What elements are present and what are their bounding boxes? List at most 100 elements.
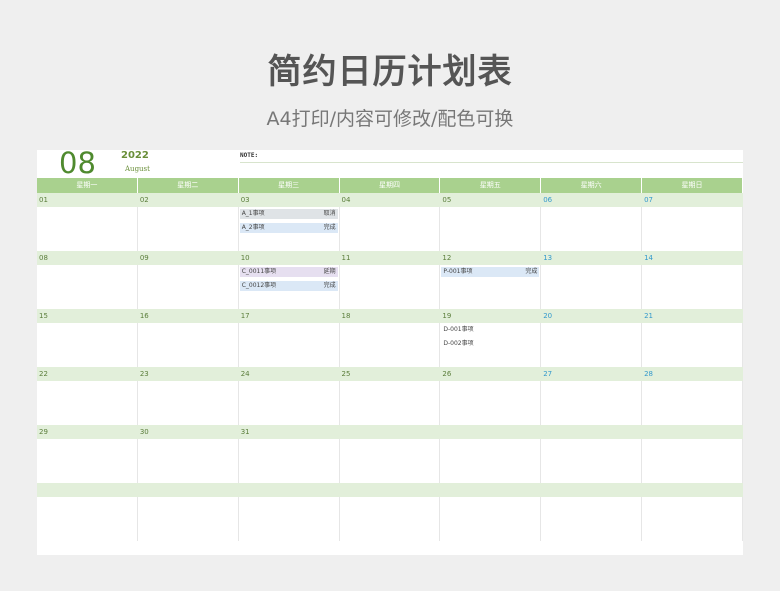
day-number bbox=[541, 425, 642, 439]
event-item[interactable]: A_2事项 完成 bbox=[239, 223, 338, 233]
event-name: D-002事项 bbox=[443, 340, 474, 347]
week-row: 08 09 10 11 12 13 14 C_0011事项 延期 C_0012事… bbox=[37, 251, 743, 309]
weekday-thu: 星期四 bbox=[339, 178, 441, 193]
day-cell[interactable] bbox=[541, 265, 643, 309]
event-item[interactable]: C_0011事项 延期 bbox=[239, 267, 338, 277]
day-number: 17 bbox=[240, 312, 250, 320]
day-number: 29 bbox=[39, 428, 48, 436]
event-name: A_1事项 bbox=[241, 210, 265, 217]
day-cell[interactable]: D-001事项 D-002事项 bbox=[440, 323, 542, 367]
day-number bbox=[138, 483, 239, 497]
day-number: 26 bbox=[442, 370, 452, 378]
year-label: 2022 bbox=[121, 150, 149, 161]
day-cell[interactable] bbox=[440, 497, 542, 541]
day-cell[interactable] bbox=[642, 497, 743, 541]
day-cells: C_0011事项 延期 C_0012事项 完成 P-001事项 完成 bbox=[37, 265, 743, 309]
day-cell[interactable] bbox=[138, 265, 239, 309]
event-name: P-001事项 bbox=[443, 268, 473, 275]
day-cell[interactable] bbox=[37, 323, 138, 367]
day-cell[interactable] bbox=[340, 439, 441, 483]
weekday-fri: 星期五 bbox=[440, 178, 542, 193]
day-cell[interactable] bbox=[440, 381, 542, 425]
day-cell[interactable] bbox=[239, 497, 340, 541]
day-number: 14 bbox=[644, 254, 653, 262]
day-number: 05 bbox=[442, 196, 452, 204]
day-cell[interactable] bbox=[138, 207, 239, 251]
event-item[interactable]: P-001事项 完成 bbox=[441, 267, 540, 277]
day-number bbox=[239, 483, 340, 497]
day-cells bbox=[37, 497, 743, 541]
day-cell[interactable]: A_1事项 取消 A_2事项 完成 bbox=[239, 207, 340, 251]
event-name: D-001事项 bbox=[443, 326, 474, 333]
event-status: 完成 bbox=[323, 282, 336, 289]
weekday-wed: 星期三 bbox=[238, 178, 340, 193]
week-row: 29 30 31 bbox=[37, 425, 743, 483]
event-item[interactable]: D-001事项 bbox=[441, 325, 539, 335]
day-cell[interactable] bbox=[138, 439, 239, 483]
calendar-header: 08 2022 August NOTE: bbox=[37, 146, 743, 180]
day-number bbox=[642, 425, 743, 439]
day-number-strip: 08 09 10 11 12 13 14 bbox=[37, 251, 743, 265]
day-cell[interactable] bbox=[541, 323, 643, 367]
day-number bbox=[440, 483, 541, 497]
day-cell[interactable] bbox=[138, 323, 239, 367]
day-cell[interactable] bbox=[440, 439, 542, 483]
day-cell[interactable] bbox=[541, 497, 643, 541]
day-cell[interactable] bbox=[340, 265, 441, 309]
day-number: 19 bbox=[442, 312, 452, 320]
day-number: 08 bbox=[39, 254, 48, 262]
day-number: 13 bbox=[543, 254, 553, 262]
day-cell[interactable] bbox=[642, 439, 743, 483]
day-cell[interactable] bbox=[37, 497, 138, 541]
day-cell[interactable] bbox=[642, 323, 743, 367]
day-cell[interactable] bbox=[37, 381, 138, 425]
day-cell[interactable] bbox=[541, 381, 643, 425]
day-number: 31 bbox=[240, 428, 250, 436]
day-number-strip: 29 30 31 bbox=[37, 425, 743, 439]
day-cell[interactable] bbox=[642, 381, 743, 425]
day-cell[interactable] bbox=[239, 439, 340, 483]
day-cell[interactable] bbox=[340, 207, 441, 251]
weekday-sat: 星期六 bbox=[541, 178, 643, 193]
day-cell[interactable] bbox=[239, 381, 340, 425]
calendar-sheet: 08 2022 August NOTE: 星期一 星期二 星期三 星期四 星期五… bbox=[37, 146, 743, 555]
note-field[interactable] bbox=[240, 162, 743, 163]
day-cell[interactable] bbox=[642, 207, 743, 251]
day-number: 11 bbox=[341, 254, 351, 262]
day-cell[interactable] bbox=[541, 439, 643, 483]
week-row: 15 16 17 18 19 20 21 D-001事项 D-002事项 bbox=[37, 309, 743, 367]
page-subtitle: A4打印/内容可修改/配色可换 bbox=[266, 108, 514, 130]
day-number: 03 bbox=[240, 196, 250, 204]
weekday-sun: 星期日 bbox=[642, 178, 743, 193]
day-cell[interactable] bbox=[138, 497, 239, 541]
day-cell[interactable] bbox=[541, 207, 643, 251]
note-label: NOTE: bbox=[240, 152, 259, 159]
day-cells: A_1事项 取消 A_2事项 完成 bbox=[37, 207, 743, 251]
month-number: 08 bbox=[59, 146, 96, 180]
day-cell[interactable] bbox=[138, 381, 239, 425]
day-number bbox=[37, 483, 138, 497]
day-number: 21 bbox=[644, 312, 653, 320]
day-cell[interactable] bbox=[340, 381, 441, 425]
day-number: 04 bbox=[341, 196, 351, 204]
day-cell[interactable]: P-001事项 完成 bbox=[440, 265, 542, 309]
day-number: 15 bbox=[39, 312, 48, 320]
day-cell[interactable] bbox=[440, 207, 542, 251]
day-cell[interactable] bbox=[239, 323, 340, 367]
day-number: 12 bbox=[442, 254, 452, 262]
day-cell[interactable] bbox=[37, 265, 138, 309]
day-cell[interactable] bbox=[642, 265, 743, 309]
day-cell[interactable] bbox=[340, 497, 441, 541]
day-cell[interactable]: C_0011事项 延期 C_0012事项 完成 bbox=[239, 265, 340, 309]
event-item[interactable]: D-002事项 bbox=[441, 339, 539, 349]
event-item[interactable]: C_0012事项 完成 bbox=[239, 281, 338, 291]
day-cell[interactable] bbox=[37, 439, 138, 483]
day-cell[interactable] bbox=[340, 323, 441, 367]
day-cell[interactable] bbox=[37, 207, 138, 251]
event-item[interactable]: A_1事项 取消 bbox=[239, 209, 338, 219]
day-number: 20 bbox=[543, 312, 553, 320]
weekday-header-row: 星期一 星期二 星期三 星期四 星期五 星期六 星期日 bbox=[37, 178, 743, 193]
day-number bbox=[440, 425, 541, 439]
day-number: 22 bbox=[39, 370, 48, 378]
week-row: 22 23 24 25 26 27 28 bbox=[37, 367, 743, 425]
